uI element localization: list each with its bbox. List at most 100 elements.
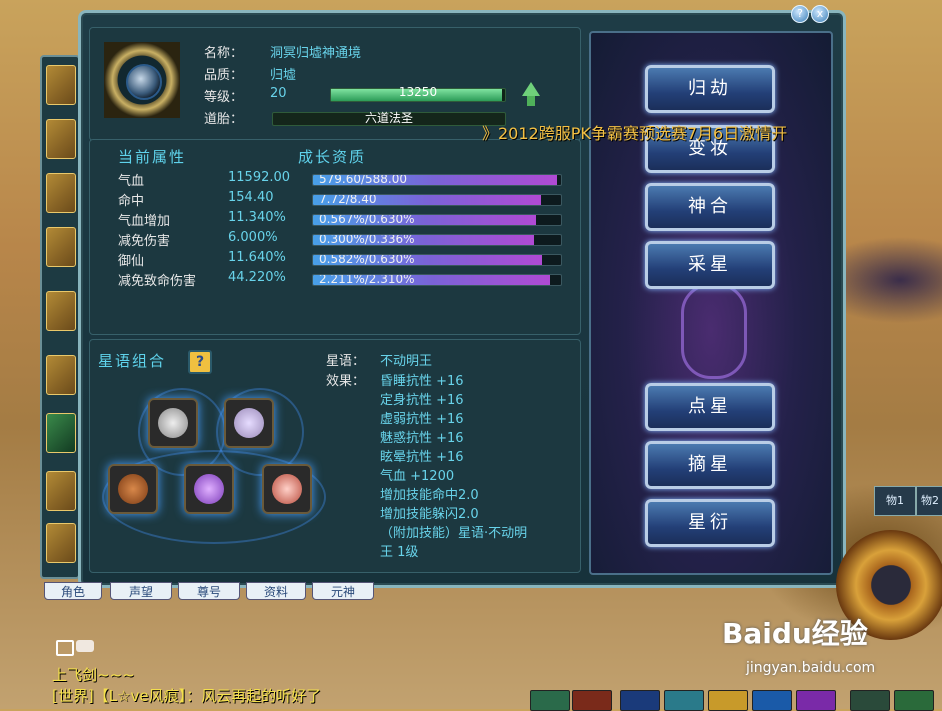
close-icon[interactable]: x	[811, 5, 829, 23]
chat-line: [世界]【L☆ve风痕】：风云再起的听好了	[52, 687, 322, 705]
guijie-button[interactable]: 归劫	[645, 65, 775, 113]
star-stone[interactable]	[262, 464, 312, 514]
effect-item: 昏睡抗性 +16	[380, 374, 464, 389]
pet-slot-1[interactable]: 物1	[874, 486, 916, 516]
upgrade-arrow-icon[interactable]	[522, 82, 540, 96]
star-stone[interactable]	[184, 464, 234, 514]
star-stone[interactable]	[224, 398, 274, 448]
effect-item: 增加技能命中2.0	[380, 488, 479, 503]
star-combo-panel: 星语组合 ? 星语： 不动明王 效果： 昏睡抗性 +16 定身抗性 +16 虚弱抗性…	[89, 339, 581, 573]
growth-value: 2.211%/2.310%	[319, 274, 415, 286]
effect-item: 气血 +1200	[380, 469, 455, 484]
lock-icon[interactable]	[56, 640, 74, 656]
quality-value: 归墟	[270, 68, 297, 83]
attribute-value: 11.340%	[228, 210, 286, 225]
embryo-label: 道胎：	[204, 112, 244, 127]
effect-item: 虚弱抗性 +16	[380, 412, 464, 427]
exp-bar: 13250	[330, 85, 506, 102]
quality-label: 品质：	[204, 68, 244, 83]
left-slot[interactable]	[46, 471, 76, 511]
growth-header: 成长资质	[298, 148, 367, 166]
attribute-label: 命中	[118, 194, 145, 209]
star-stone[interactable]	[148, 398, 198, 448]
announcement-marquee: 》2012跨服PK争霸赛预选赛7月6日激情开	[482, 124, 788, 143]
action-column: 归劫 变妆 神合 采星 点星 摘星 星衍	[589, 31, 833, 575]
hotbar-slot[interactable]	[708, 690, 748, 711]
orb-icon	[126, 64, 162, 100]
name-label: 名称：	[204, 46, 244, 61]
attribute-label: 御仙	[118, 254, 145, 269]
left-slot[interactable]	[46, 227, 76, 267]
hotbar-slot[interactable]	[530, 690, 570, 711]
upgrade-arrow-stem	[527, 96, 535, 106]
effect-item: 魅惑抗性 +16	[380, 431, 464, 446]
attribute-label: 减免致命伤害	[118, 274, 197, 289]
hotbar-slot[interactable]	[752, 690, 792, 711]
level-label: 等级：	[204, 90, 244, 105]
tab-profile[interactable]: 资料	[246, 582, 306, 600]
tab-reputation[interactable]: 声望	[110, 582, 172, 600]
zhaixing-button[interactable]: 摘星	[645, 441, 775, 489]
embryo-value: 六道法圣	[364, 111, 413, 125]
attribute-value: 6.000%	[228, 230, 278, 245]
chat-line: 上飞剑~~~	[52, 666, 135, 684]
effect-item: 王 1级	[380, 545, 419, 560]
tab-spirit[interactable]: 元神	[312, 582, 374, 600]
star-stone[interactable]	[108, 464, 158, 514]
growth-value: 0.567%/0.630%	[319, 214, 415, 226]
attribute-value: 44.220%	[228, 270, 286, 285]
left-slot[interactable]	[46, 413, 76, 453]
attribute-label: 气血	[118, 174, 145, 189]
xingyan-button[interactable]: 星衍	[645, 499, 775, 547]
growth-value: 0.582%/0.630%	[319, 254, 415, 266]
name-value: 洞冥归墟神通境	[270, 46, 362, 61]
level-value: 20	[270, 86, 287, 101]
hotbar-slot[interactable]	[796, 690, 836, 711]
help-icon[interactable]: ?	[791, 5, 809, 23]
left-item-strip	[40, 55, 80, 579]
growth-bar: 0.567%/0.630%	[312, 214, 562, 226]
hotbar-slot[interactable]	[894, 690, 934, 711]
mystic-emblem	[681, 283, 747, 379]
attribute-label: 气血增加	[118, 214, 171, 229]
growth-bar: 579.60/588.00	[312, 174, 562, 186]
hotbar-slot[interactable]	[620, 690, 660, 711]
effect-item: 增加技能躲闪2.0	[380, 507, 479, 522]
embryo-bar: 六道法圣	[272, 111, 506, 126]
baidu-watermark: Baidu经验	[722, 617, 868, 650]
star-system-window: ? x 名称： 洞冥归墟神通境 品质： 归墟 等级： 20 13250 道胎： …	[78, 5, 846, 588]
growth-value: 0.300%/0.336%	[319, 234, 415, 246]
growth-bar: 7.72/8.40	[312, 194, 562, 206]
star-help-icon[interactable]: ?	[188, 350, 212, 374]
attribute-value: 11.640%	[228, 250, 286, 265]
star-name-value: 不动明王	[380, 354, 433, 369]
baidu-url: jingyan.baidu.com	[746, 660, 876, 676]
caixing-button[interactable]: 采星	[645, 241, 775, 289]
left-slot[interactable]	[46, 119, 76, 159]
growth-bar: 0.582%/0.630%	[312, 254, 562, 266]
growth-value: 579.60/588.00	[319, 174, 408, 186]
dianxing-button[interactable]: 点星	[645, 383, 775, 431]
hotbar-slot[interactable]	[572, 690, 612, 711]
hotbar-slot[interactable]	[850, 690, 890, 711]
attribute-value: 11592.00	[228, 170, 291, 185]
tab-character[interactable]: 角色	[44, 582, 102, 600]
left-slot[interactable]	[46, 65, 76, 105]
attributes-panel: 当前属性 成长资质 气血 11592.00 579.60/588.00 命中 154.4…	[89, 139, 581, 335]
effect-item: 眩晕抗性 +16	[380, 450, 464, 465]
shenhe-button[interactable]: 神合	[645, 183, 775, 231]
left-slot[interactable]	[46, 523, 76, 563]
left-slot[interactable]	[46, 173, 76, 213]
current-attributes-header: 当前属性	[118, 148, 187, 166]
attribute-value: 154.40	[228, 190, 274, 205]
eraser-icon[interactable]	[76, 640, 94, 652]
left-slot[interactable]	[46, 355, 76, 395]
left-slot[interactable]	[46, 291, 76, 331]
star-name-label: 星语：	[326, 354, 366, 369]
tab-title[interactable]: 尊号	[178, 582, 240, 600]
hotbar-slot[interactable]	[664, 690, 704, 711]
attribute-label: 减免伤害	[118, 234, 171, 249]
growth-bar: 2.211%/2.310%	[312, 274, 562, 286]
pet-slot-2[interactable]: 物2	[916, 486, 942, 516]
star-combo-header: 星语组合	[98, 352, 167, 370]
